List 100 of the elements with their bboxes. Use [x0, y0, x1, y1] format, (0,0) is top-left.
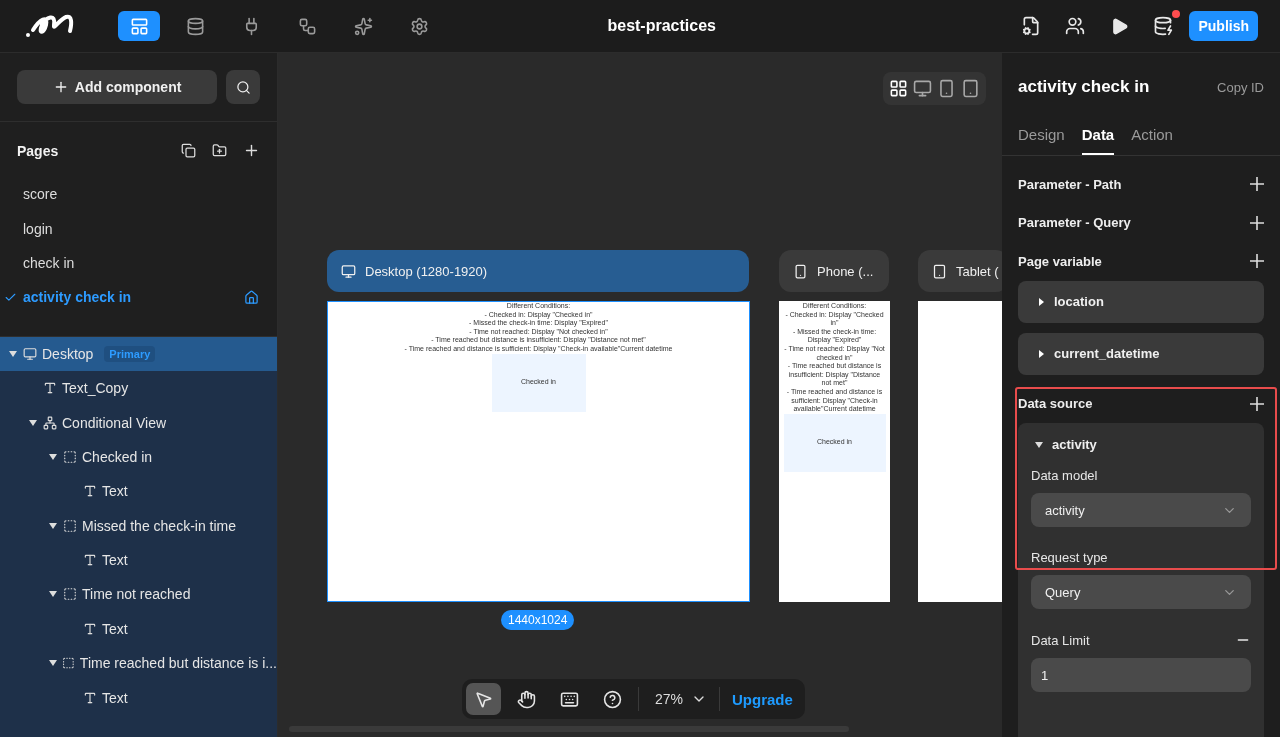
text-icon	[83, 553, 97, 568]
pages-title: Pages	[17, 142, 60, 159]
layer-row[interactable]: Text	[0, 611, 277, 647]
layer-row[interactable]: Text	[0, 542, 277, 578]
page-item[interactable]: score	[0, 177, 277, 212]
layer-label: Text	[102, 483, 128, 500]
new-folder-button[interactable]	[212, 143, 227, 158]
help-icon	[603, 689, 622, 709]
text-icon	[83, 621, 97, 636]
add-component-button[interactable]: Add component	[17, 70, 218, 104]
frame-header[interactable]: Tablet (	[918, 250, 1002, 292]
inspector-tab[interactable]: Action	[1131, 126, 1173, 155]
page-label: check in	[23, 254, 76, 271]
folder-plus-icon	[212, 143, 227, 158]
dashed-square-icon	[63, 449, 77, 464]
field-label: Request type	[1031, 550, 1108, 565]
page-label: login	[23, 220, 54, 237]
dashed-square-icon	[63, 518, 77, 533]
layer-label: Checked in	[82, 448, 153, 465]
sparkle-icon	[353, 16, 373, 36]
select-field[interactable]: Query	[1031, 575, 1251, 609]
page-label: activity check in	[23, 289, 133, 306]
device-button[interactable]	[961, 79, 980, 98]
frame-title: Desktop (1280-1920)	[365, 263, 488, 279]
caret-icon[interactable]	[29, 419, 37, 426]
add-button[interactable]	[1250, 254, 1264, 269]
page-frame[interactable]	[327, 301, 750, 602]
settings-icon	[409, 16, 429, 36]
hand-icon	[517, 689, 536, 709]
search-button[interactable]	[226, 70, 260, 104]
text-icon	[43, 381, 57, 396]
section-label: Parameter - Query	[1018, 215, 1131, 231]
copy-id-button[interactable]: Copy ID	[1217, 79, 1264, 95]
upgrade-link[interactable]: Upgrade	[728, 690, 801, 708]
plus-icon	[1250, 177, 1264, 192]
layer-label: Desktop	[42, 345, 94, 362]
tablet-icon	[932, 263, 947, 279]
plus-icon	[1250, 396, 1264, 411]
frame-header[interactable]: Phone (...	[779, 250, 889, 292]
toolbar-button[interactable]	[118, 11, 160, 41]
field-label: Data model	[1031, 468, 1098, 483]
primary-badge: Primary	[104, 345, 156, 362]
add-button[interactable]	[1250, 215, 1264, 230]
page-item[interactable]: activity check in	[0, 280, 277, 315]
layer-row[interactable]: Conditional View	[0, 405, 277, 440]
caret-icon[interactable]	[9, 350, 17, 357]
inspector-tab[interactable]: Design	[1018, 126, 1065, 155]
layer-row[interactable]: Time reached but distance is i...	[0, 646, 277, 681]
layer-label: Text	[102, 689, 128, 706]
text-icon	[83, 690, 97, 705]
triangle-icon[interactable]	[1037, 297, 1045, 306]
input-field[interactable]: 1	[1031, 658, 1251, 692]
dashed-square-icon	[63, 587, 77, 602]
tablet-icon	[961, 79, 980, 98]
section-label: Page variable	[1018, 253, 1102, 269]
layer-row[interactable]: Checked in	[0, 439, 277, 475]
keyboard-icon	[560, 689, 579, 709]
caret-icon[interactable]	[49, 453, 57, 460]
select-field[interactable]: activity	[1031, 493, 1251, 527]
zoom-dropdown[interactable]: 27%	[638, 687, 721, 711]
layer-row[interactable]: Text	[0, 474, 277, 509]
add-page-button[interactable]	[243, 142, 260, 159]
copy-icon	[181, 143, 196, 158]
device-button[interactable]	[913, 79, 932, 98]
caret-icon[interactable]	[1035, 441, 1043, 448]
frame-header[interactable]: Desktop (1280-1920)	[327, 250, 749, 292]
caret-icon[interactable]	[48, 660, 57, 667]
frame-title: Tablet (	[956, 263, 999, 279]
layer-row[interactable]: Text_Copy	[0, 370, 277, 406]
layer-row[interactable]: Desktop Primary	[0, 336, 277, 371]
plus-icon	[1250, 254, 1264, 269]
variable-card[interactable]: location	[1018, 280, 1264, 323]
caret-icon[interactable]	[49, 522, 57, 529]
canvas-tool-button[interactable]	[466, 683, 501, 715]
data-source-name: activity	[1052, 437, 1097, 452]
plus-icon	[243, 142, 260, 159]
plus-icon	[1250, 215, 1264, 230]
variable-label: location	[1054, 294, 1104, 309]
add-button[interactable]	[1250, 396, 1264, 411]
grid-icon	[889, 79, 908, 98]
add-button[interactable]	[1250, 177, 1264, 192]
layer-row[interactable]: Time not reached	[0, 577, 277, 612]
file-gear-icon	[1021, 16, 1042, 36]
monitor-icon	[913, 79, 932, 98]
variable-card[interactable]: current_datetime	[1018, 332, 1264, 375]
layer-row[interactable]: Missed the check-in time	[0, 508, 277, 543]
users-icon	[1065, 16, 1086, 36]
triangle-icon[interactable]	[1037, 349, 1045, 358]
pointer-icon	[474, 689, 493, 709]
device-button[interactable]	[889, 79, 908, 98]
copy-button[interactable]	[181, 143, 196, 158]
layer-row[interactable]: Text	[0, 680, 277, 715]
page-item[interactable]: check in	[0, 245, 277, 281]
device-button[interactable]	[937, 79, 956, 98]
inspector-tab[interactable]: Data	[1081, 126, 1115, 155]
caret-icon[interactable]	[49, 591, 57, 598]
page-item[interactable]: login	[0, 211, 277, 246]
size-badge: 1440x1024	[501, 610, 575, 630]
section-label: Data source	[1018, 396, 1093, 412]
text-icon	[83, 484, 97, 499]
